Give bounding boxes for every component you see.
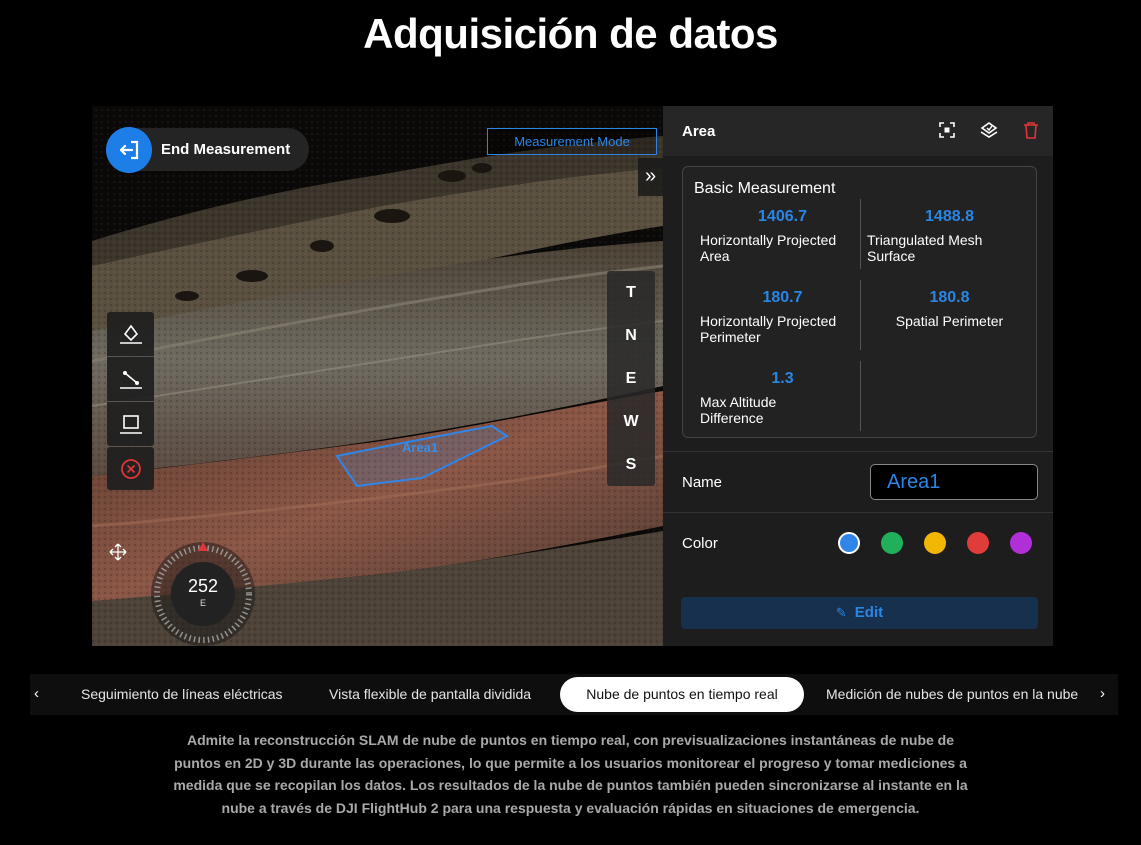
measurement-mode-indicator: Measurement Mode: [487, 128, 657, 155]
metric-label: Triangulated Mesh: [867, 232, 983, 248]
color-swatch-red[interactable]: [967, 532, 989, 554]
compass-readout: 252 E: [171, 562, 235, 626]
color-swatch-blue[interactable]: [838, 532, 860, 554]
divider: [663, 512, 1053, 513]
tab-realtime-point-cloud[interactable]: Nube de puntos en tiempo real: [560, 677, 804, 712]
pan-icon[interactable]: [109, 543, 127, 566]
measurement-toolbar: [107, 312, 154, 446]
metric-divider: [860, 280, 861, 350]
panel-header: Area: [663, 106, 1053, 156]
tabs-next-button[interactable]: ›: [1100, 674, 1105, 715]
view-north-button[interactable]: N: [607, 314, 655, 357]
tab-power-line-tracking[interactable]: Seguimiento de líneas eléctricas: [81, 677, 283, 712]
tab-fade: [1078, 674, 1118, 715]
metric-value: 180.8: [929, 289, 970, 306]
compass[interactable]: 252 E: [148, 539, 258, 646]
tab-track: Seguimiento de líneas eléctricas Vista f…: [60, 674, 1118, 715]
tabs-prev-button[interactable]: ‹: [34, 674, 39, 715]
color-swatches: [838, 532, 1032, 554]
exit-icon: [106, 126, 152, 173]
metric-projected-perimeter: 180.7 Horizontally Projected Perimeter: [700, 289, 865, 345]
color-swatch-purple[interactable]: [1010, 532, 1032, 554]
feature-tabs: ‹ Seguimiento de líneas eléctricas Vista…: [30, 674, 1118, 715]
metric-max-altitude-difference: 1.3 Max Altitude Difference: [700, 370, 865, 426]
point-measure-icon[interactable]: [107, 312, 154, 357]
basic-measurement-card: Basic Measurement 1406.7 Horizontally Pr…: [682, 166, 1037, 438]
metric-divider: [860, 199, 861, 269]
end-measurement-button[interactable]: End Measurement: [106, 126, 309, 173]
metric-label: Perimeter: [700, 329, 761, 345]
compass-heading: 252: [187, 576, 219, 596]
name-input[interactable]: Area1: [870, 464, 1038, 500]
focus-icon[interactable]: [937, 120, 957, 140]
metric-mesh-surface: 1488.8 Triangulated Mesh Surface: [867, 208, 1032, 264]
compass-direction: E: [199, 598, 206, 608]
color-swatch-yellow[interactable]: [924, 532, 946, 554]
page-title: Adquisición de datos: [363, 10, 778, 57]
cancel-icon[interactable]: [107, 447, 154, 490]
view-orientation-buttons: T N E W S: [607, 271, 655, 486]
point-cloud-viewer[interactable]: End Measurement Measurement Mode » T N E…: [92, 106, 663, 646]
panel-title: Area: [682, 122, 716, 140]
metric-label: Horizontally Projected: [700, 232, 837, 248]
collapse-panel-button[interactable]: »: [638, 158, 663, 196]
metric-label: Spatial Perimeter: [895, 313, 1004, 329]
metric-value: 180.7: [762, 289, 803, 306]
end-measurement-label: End Measurement: [161, 141, 291, 158]
metric-divider: [860, 361, 861, 431]
feature-description: Admite la reconstrucción SLAM de nube de…: [173, 732, 968, 816]
metric-projected-area: 1406.7 Horizontally Projected Area: [700, 208, 865, 264]
color-swatch-green[interactable]: [881, 532, 903, 554]
view-south-button[interactable]: S: [607, 443, 655, 486]
name-label: Name: [682, 474, 723, 491]
metric-spatial-perimeter: 180.8 Spatial Perimeter: [867, 289, 1032, 329]
metric-label: Max Altitude: [700, 394, 777, 410]
metric-value: 1406.7: [758, 208, 807, 225]
metric-label: Surface: [867, 248, 916, 264]
color-label: Color: [682, 535, 718, 552]
view-top-button[interactable]: T: [607, 271, 655, 314]
divider: [663, 451, 1053, 452]
edit-label: Edit: [854, 604, 884, 621]
tab-split-screen-view[interactable]: Vista flexible de pantalla dividida: [329, 677, 531, 712]
metric-value: 1488.8: [925, 208, 974, 225]
line-measure-icon[interactable]: [107, 357, 154, 402]
metric-value: 1.3: [771, 370, 794, 387]
area-label: Area1: [402, 440, 439, 455]
edit-button[interactable]: ✎ Edit: [681, 597, 1038, 629]
save-icon[interactable]: [979, 120, 999, 140]
view-east-button[interactable]: E: [607, 357, 655, 400]
view-west-button[interactable]: W: [607, 400, 655, 443]
metric-label: Area: [700, 248, 730, 264]
metric-label: Horizontally Projected: [700, 313, 837, 329]
pencil-icon: ✎: [835, 605, 847, 620]
metric-label: Difference: [700, 410, 764, 426]
tab-cloud-point-measurement[interactable]: Medición de nubes de puntos en la nube: [826, 677, 1078, 712]
delete-icon[interactable]: [1021, 120, 1041, 140]
basic-measurement-title: Basic Measurement: [694, 180, 836, 197]
area-measure-icon[interactable]: [107, 402, 154, 446]
measurement-panel: Area Basic Measurement 1406.7 Horizontal…: [663, 106, 1053, 646]
